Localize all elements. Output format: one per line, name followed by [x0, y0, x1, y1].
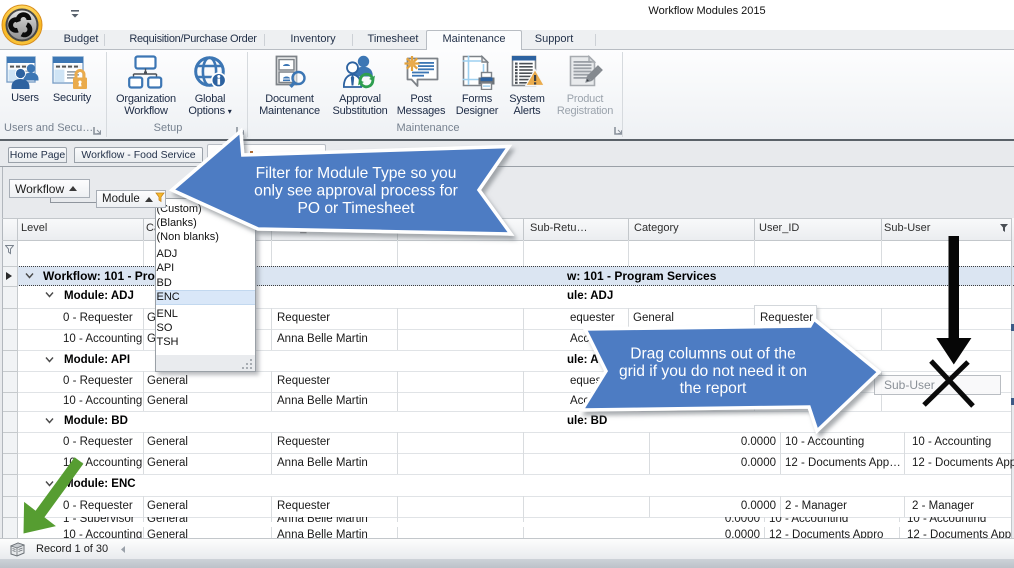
svg-text:grid if you do not need it on: grid if you do not need it on	[619, 363, 807, 380]
svg-text:only see approval process for: only see approval process for	[254, 183, 458, 200]
svg-text:PO or Timesheet: PO or Timesheet	[298, 200, 416, 217]
svg-text:Filter for Module Type so you: Filter for Module Type so you	[256, 165, 457, 182]
svg-text:the report: the report	[680, 380, 747, 397]
svg-text:Drag columns out of the: Drag columns out of the	[630, 346, 796, 363]
